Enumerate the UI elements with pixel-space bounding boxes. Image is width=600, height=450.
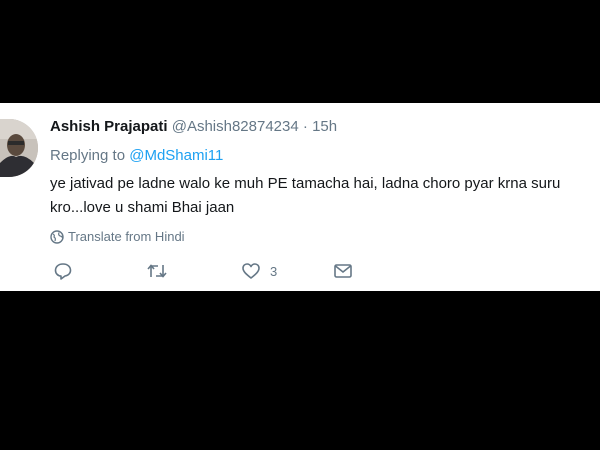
tweet-actions: 3 [53, 259, 373, 283]
envelope-icon [333, 262, 353, 280]
reply-mention-link[interactable]: @MdShami11 [129, 147, 223, 164]
globe-icon [50, 230, 64, 244]
tweet-card[interactable]: Ashish Prajapati @Ashish82874234 · 15h R… [0, 103, 600, 291]
tweet-text: ye jativad pe ladne walo ke muh PE tamac… [50, 175, 561, 216]
avatar[interactable] [0, 119, 38, 177]
author-name[interactable]: Ashish Prajapati [50, 118, 168, 135]
translate-link[interactable]: Translate from Hindi [50, 228, 600, 246]
screenshot-frame: Ashish Prajapati @Ashish82874234 · 15h R… [0, 0, 600, 450]
separator-dot: · [302, 118, 308, 135]
tweet-content: Ashish Prajapati @Ashish82874234 · 15h R… [50, 117, 600, 246]
like-count: 3 [270, 263, 278, 279]
tweet-header: Ashish Prajapati @Ashish82874234 · 15h [50, 117, 600, 137]
replying-to-label: Replying to [50, 147, 126, 164]
heart-icon [241, 261, 261, 281]
reply-icon [53, 261, 73, 281]
author-handle[interactable]: @Ashish82874234 [172, 118, 299, 135]
retweet-button[interactable] [146, 259, 168, 283]
replying-to: Replying to @MdShami11 [50, 146, 600, 166]
retweet-icon [146, 261, 168, 281]
reply-button[interactable] [53, 259, 73, 283]
direct-message-button[interactable] [333, 259, 353, 283]
tweet-timestamp[interactable]: 15h [312, 118, 337, 135]
like-button[interactable]: 3 [241, 259, 277, 283]
translate-label: Translate from Hindi [68, 229, 185, 244]
